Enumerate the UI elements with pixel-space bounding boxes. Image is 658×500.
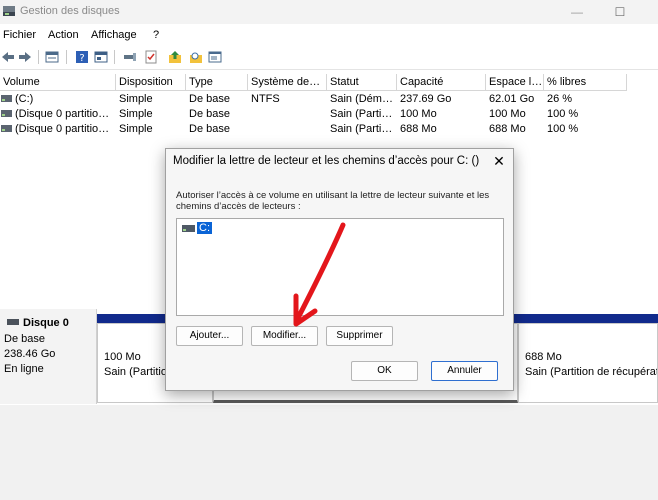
toolbar-separator [38, 50, 39, 64]
search-folder-icon[interactable] [189, 50, 203, 64]
volume-percent-free: 100 % [547, 108, 579, 120]
disk-status: En ligne [4, 363, 44, 375]
minimize-button[interactable]: — [566, 3, 588, 21]
delete-button[interactable]: Supprimer [326, 326, 393, 346]
menu-action[interactable]: Action [48, 29, 79, 41]
volume-filesystem [248, 107, 327, 122]
cancel-button[interactable]: Annuler [431, 361, 498, 381]
disk-size: 238.46 Go [4, 348, 56, 360]
volume-layout: Simple [119, 93, 153, 105]
volume-layout: Simple [119, 123, 153, 135]
drive-path-list[interactable]: C: [176, 218, 504, 316]
menu-fichier[interactable]: Fichier [3, 29, 36, 41]
volume-icon [1, 95, 12, 102]
add-button[interactable]: Ajouter... [176, 326, 243, 346]
partition-size: 100 Mo [104, 351, 141, 363]
volume-icon [1, 110, 12, 117]
back-arrow-icon[interactable] [1, 50, 15, 64]
volume-type: De base [189, 123, 230, 135]
toolbar-separator [114, 50, 115, 64]
column-header-type[interactable]: Type [186, 74, 248, 91]
dialog-title: Modifier la lettre de lecteur et les che… [173, 155, 480, 167]
volume-type: De base [189, 93, 230, 105]
volume-capacity: 100 Mo [400, 108, 437, 120]
toolbar: ? [0, 45, 658, 70]
partition-size: 688 Mo [525, 351, 562, 363]
connect-icon[interactable] [123, 50, 137, 64]
drive-icon [182, 225, 195, 232]
help-icon[interactable]: ? [75, 50, 89, 64]
volume-name[interactable]: (Disque 0 partitio… [12, 122, 116, 137]
disk-name: Disque 0 [23, 317, 69, 329]
window-title: Gestion des disques [20, 5, 120, 17]
column-header-volume[interactable]: Volume [0, 74, 116, 91]
volume-free-space: 62.01 Go [489, 93, 535, 105]
console-pane-icon[interactable] [94, 50, 108, 64]
volume-percent-free: 26 % [547, 93, 573, 105]
volume-filesystem: NTFS [251, 93, 280, 105]
menu-help[interactable]: ? [153, 29, 159, 41]
properties-grid-icon[interactable] [45, 50, 59, 64]
partition-header-bar [518, 314, 658, 323]
up-arrow-folder-icon[interactable] [168, 50, 182, 64]
volume-status: Sain (Parti… [330, 123, 393, 135]
volume-name[interactable]: (C:) [12, 92, 116, 107]
volume-icon [1, 125, 12, 132]
dialog-description: Autoriser l’accès à ce volume en utilisa… [176, 190, 490, 212]
maximize-button[interactable]: ☐ [609, 3, 631, 21]
volume-layout: Simple [119, 108, 153, 120]
ok-button[interactable]: OK [351, 361, 418, 381]
volume-percent-free: 100 % [547, 123, 579, 135]
column-header-status[interactable]: Statut [327, 74, 397, 91]
column-header-percent-free[interactable]: % libres [544, 74, 627, 91]
disk-icon [7, 319, 19, 325]
disk-info-panel[interactable]: Disque 0 De base 238.46 Go En ligne [0, 309, 97, 404]
column-header-capacity[interactable]: Capacité [397, 74, 486, 91]
empty-disk-area [0, 405, 658, 500]
volume-capacity: 237.69 Go [400, 93, 452, 105]
change-drive-letter-dialog: Modifier la lettre de lecteur et les che… [165, 148, 514, 391]
toolbar-separator [66, 50, 67, 64]
title-bar: Gestion des disques — ☐ [0, 0, 658, 24]
volume-status: Sain (Dém… [330, 93, 393, 105]
volume-free-space: 100 Mo [489, 108, 526, 120]
volume-type: De base [189, 108, 230, 120]
disk-type: De base [4, 333, 45, 345]
modify-button[interactable]: Modifier... [251, 326, 318, 346]
drive-letter-label: C: [197, 222, 212, 234]
settings-window-icon[interactable] [208, 50, 222, 64]
menu-bar: Fichier Action Affichage ? [0, 24, 658, 44]
column-header-disposition[interactable]: Disposition [116, 74, 186, 91]
column-header-free-space[interactable]: Espace l… [486, 74, 544, 91]
volume-filesystem [248, 122, 327, 137]
partition-status: Sain (Partition de récupérat [525, 366, 658, 378]
column-header-filesystem[interactable]: Système de… [248, 74, 327, 91]
partition-status: Sain (Partitio [104, 366, 167, 378]
forward-arrow-icon[interactable] [18, 50, 32, 64]
volume-name[interactable]: (Disque 0 partitio… [12, 107, 116, 122]
close-icon[interactable]: ✕ [490, 152, 508, 170]
disk-management-app-icon [3, 6, 15, 16]
volume-capacity: 688 Mo [400, 123, 437, 135]
volume-status: Sain (Parti… [330, 108, 393, 120]
volume-free-space: 688 Mo [489, 123, 526, 135]
svg-text:?: ? [79, 53, 84, 64]
menu-affichage[interactable]: Affichage [91, 29, 137, 41]
checklist-icon[interactable] [144, 50, 158, 64]
partition-block[interactable]: 688 Mo Sain (Partition de récupérat [518, 323, 658, 403]
